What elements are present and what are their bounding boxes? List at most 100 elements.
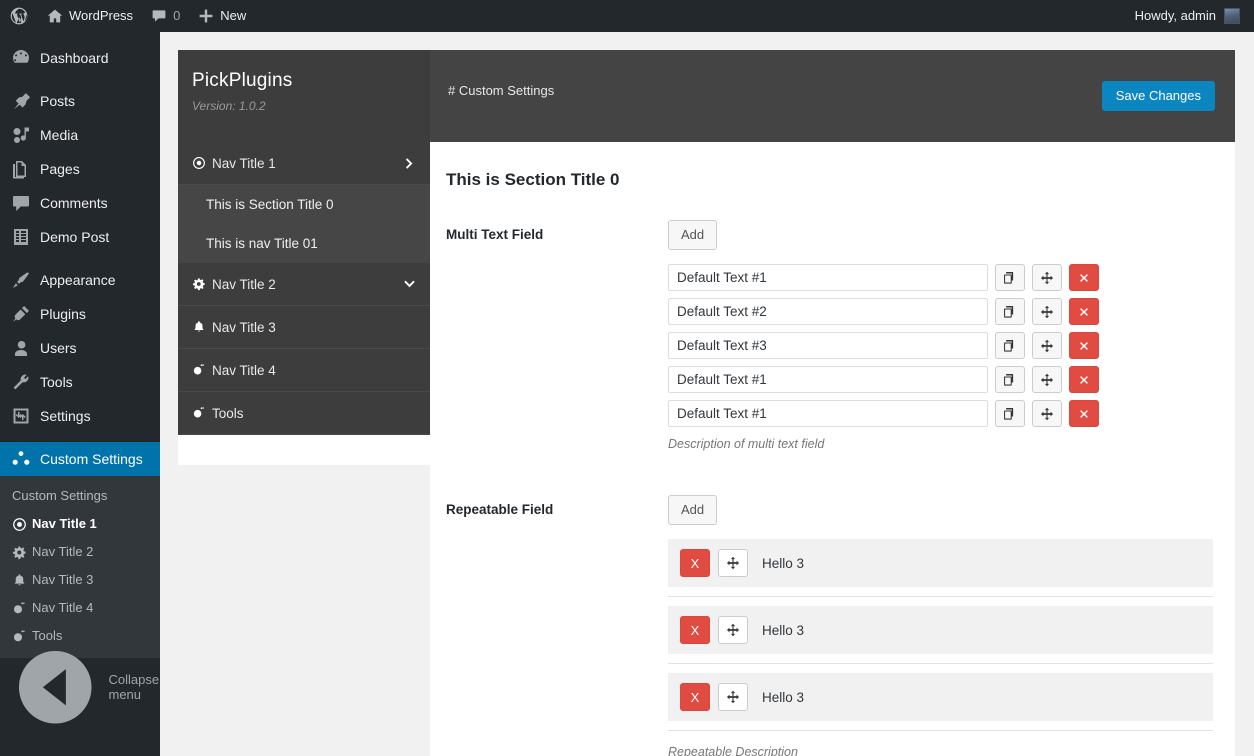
clone-row-button[interactable] [995, 264, 1025, 292]
new-content-menu[interactable]: New [189, 0, 255, 32]
plugin-nav-item-tools[interactable]: Tools [178, 392, 430, 435]
pages-icon [13, 161, 26, 179]
multi-text-add-button[interactable]: Add [668, 220, 718, 251]
save-changes-button[interactable]: Save Changes [1101, 81, 1215, 111]
plugin-nav-subitem-label: This is nav Title 01 [206, 236, 318, 251]
plugin-nav-item-label: Nav Title 4 [212, 362, 276, 378]
multi-text-input[interactable] [668, 264, 988, 292]
multi-text-input[interactable] [668, 298, 988, 326]
collapse-menu-button[interactable]: Collapse menu [0, 650, 160, 724]
sidebar-item-demo-post[interactable]: Demo Post [0, 220, 160, 254]
sidebar-item-settings[interactable]: Settings [0, 399, 160, 433]
panel-header-right: # Custom Settings Save Changes [430, 50, 1235, 142]
multi-text-input[interactable] [668, 332, 988, 360]
repeatable-move-handle[interactable] [718, 616, 748, 645]
move-row-handle[interactable] [1032, 264, 1062, 292]
plugin-nav-column: Nav Title 1 This is Section Title 0 This… [178, 142, 430, 465]
plugin-nav-subitem-section-title-0[interactable]: This is Section Title 0 [178, 185, 430, 224]
howdy-label: Howdy, admin [1134, 8, 1216, 23]
chevron-down-icon [404, 280, 415, 287]
sidebar-item-dashboard[interactable]: Dashboard [0, 41, 160, 75]
plugin-settings-panel: PickPlugins Version: 1.0.2 # Custom Sett… [178, 50, 1235, 756]
sidebar-item-custom-settings[interactable]: Custom Settings [0, 442, 168, 476]
repeatable-move-handle[interactable] [718, 683, 748, 712]
field-repeatable: Repeatable Field Add X Hello 3 X Hello 3… [446, 495, 1213, 756]
sidebar-item-pages[interactable]: Pages [0, 152, 160, 186]
bomb-icon [13, 629, 25, 641]
clone-row-button[interactable] [995, 298, 1025, 326]
my-account-menu[interactable]: Howdy, admin [1126, 0, 1254, 32]
plugin-nav-item-nav-title-4[interactable]: Nav Title 4 [178, 349, 430, 392]
close-x-icon [1080, 409, 1088, 418]
submenu-item-nav-title-4[interactable]: Nav Title 4 [0, 594, 160, 622]
comments-bubble[interactable]: 0 [142, 0, 189, 32]
delete-row-button[interactable] [1069, 366, 1099, 394]
submenu-item-nav-title-3[interactable]: Nav Title 3 [0, 566, 160, 594]
multi-text-input[interactable] [668, 400, 988, 428]
sidebar-item-posts[interactable]: Posts [0, 84, 160, 118]
media-icon [13, 127, 29, 143]
repeatable-item-text: Hello 3 [762, 555, 805, 571]
sidebar-item-users[interactable]: Users [0, 331, 160, 365]
clone-row-button[interactable] [995, 366, 1025, 394]
plugin-version: Version: 1.0.2 [192, 99, 266, 113]
repeatable-item-text: Hello 3 [762, 689, 805, 705]
plugin-nav-subitems: This is Section Title 0 This is nav Titl… [178, 185, 430, 263]
repeatable-remove-button[interactable]: X [680, 683, 710, 712]
clone-row-button[interactable] [995, 400, 1025, 428]
multi-text-input[interactable] [668, 366, 988, 394]
delete-row-button[interactable] [1069, 332, 1099, 360]
plus-icon [199, 9, 213, 23]
move-arrows-icon [1040, 339, 1054, 352]
repeatable-item[interactable]: X Hello 3 [668, 606, 1213, 655]
sidebar-item-plugins[interactable]: Plugins [0, 297, 160, 331]
delete-row-button[interactable] [1069, 264, 1099, 292]
comment-icon [13, 196, 29, 211]
gear-icon [13, 546, 26, 559]
sidebar-item-label: Users [40, 340, 77, 356]
bomb-icon [13, 601, 25, 613]
custom-settings-submenu: Custom Settings Nav Title 1 Nav Title 2 … [0, 476, 160, 658]
sidebar-item-tools[interactable]: Tools [0, 365, 160, 399]
menu-gap [0, 75, 160, 84]
repeatable-item[interactable]: X Hello 3 [668, 539, 1213, 588]
sidebar-item-comments[interactable]: Comments [0, 186, 160, 220]
repeatable-add-button[interactable]: Add [668, 495, 718, 526]
clone-row-button[interactable] [995, 332, 1025, 360]
move-row-handle[interactable] [1032, 332, 1062, 360]
wordpress-logo-menu[interactable] [0, 0, 38, 32]
admin-bar: WordPress 0 New Howdy, admin [0, 0, 1254, 32]
copy-icon [1004, 339, 1014, 352]
move-row-handle[interactable] [1032, 298, 1062, 326]
delete-row-button[interactable] [1069, 298, 1099, 326]
site-name-menu[interactable]: WordPress [38, 0, 142, 32]
dashboard-icon [13, 50, 29, 63]
submenu-item-nav-title-2[interactable]: Nav Title 2 [0, 538, 160, 566]
sidebar-item-appearance[interactable]: Appearance [0, 263, 160, 297]
move-row-handle[interactable] [1032, 366, 1062, 394]
submenu-item-custom-settings[interactable]: Custom Settings [0, 482, 160, 510]
close-x-icon [1080, 375, 1088, 384]
repeatable-item[interactable]: X Hello 3 [668, 673, 1213, 722]
sidebar-item-label: Pages [40, 161, 80, 177]
multi-text-row [668, 366, 1213, 394]
paintbrush-icon [13, 272, 29, 288]
move-row-handle[interactable] [1032, 400, 1062, 428]
plugin-nav-item-nav-title-1[interactable]: Nav Title 1 [178, 142, 430, 185]
sidebar-item-label: Media [40, 127, 79, 143]
repeatable-move-handle[interactable] [718, 549, 748, 578]
sidebar-item-media[interactable]: Media [0, 118, 160, 152]
sidebar-item-label: Tools [40, 374, 73, 390]
delete-row-button[interactable] [1069, 400, 1099, 428]
repeatable-remove-button[interactable]: X [680, 549, 710, 578]
plugin-nav-subitem-nav-title-01[interactable]: This is nav Title 01 [178, 224, 430, 263]
plugin-nav-item-nav-title-3[interactable]: Nav Title 3 [178, 306, 430, 349]
repeatable-remove-button[interactable]: X [680, 616, 710, 645]
submenu-item-nav-title-1[interactable]: Nav Title 1 [0, 510, 160, 538]
multi-text-row [668, 400, 1213, 428]
move-arrows-icon [1040, 305, 1054, 318]
submenu-item-label: Nav Title 2 [32, 544, 94, 559]
plugin-nav: Nav Title 1 This is Section Title 0 This… [178, 142, 430, 435]
plug-icon [12, 306, 29, 322]
plugin-nav-item-nav-title-2[interactable]: Nav Title 2 [178, 263, 430, 306]
